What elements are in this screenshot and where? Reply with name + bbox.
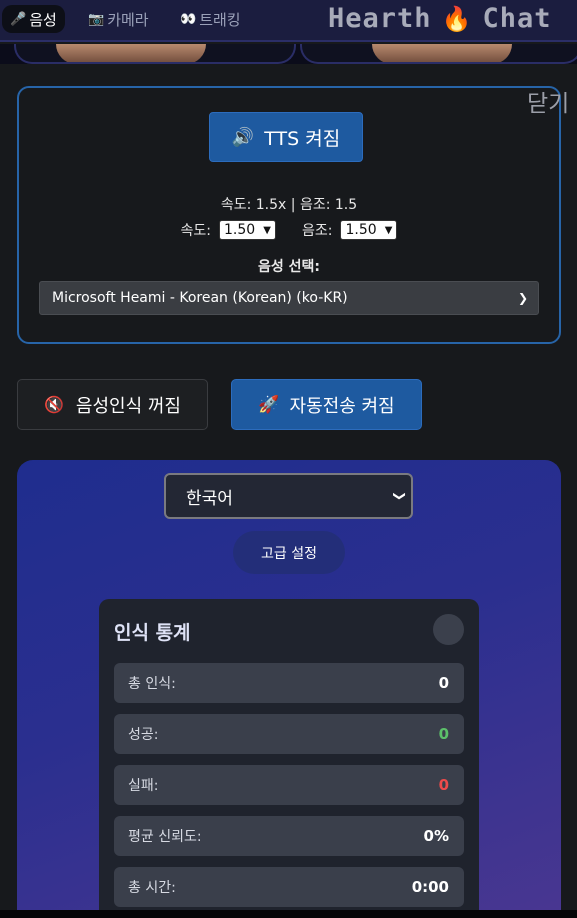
rate-select[interactable]: 1.50 ▼	[219, 220, 276, 240]
brand-right: Chat	[482, 3, 552, 34]
pitch-select[interactable]: 1.50 ▼	[340, 220, 398, 240]
app-logo: Hearth 🔥 Chat	[328, 3, 551, 34]
voice-select-label: 음성 선택:	[258, 259, 320, 275]
stat-value: 0:00	[411, 878, 449, 896]
speaker-icon: 🔊	[231, 126, 255, 148]
tts-rate-row: 속도: 1.50 ▼ 음조: 1.50 ▼	[19, 220, 559, 240]
avatar-hair-right	[372, 44, 512, 62]
speech-recognition-toggle[interactable]: 🔇 음성인식 꺼짐	[17, 379, 208, 430]
stat-label: 총 시간:	[128, 880, 176, 896]
speech-recognition-label: 음성인식 꺼짐	[75, 395, 181, 417]
top-nav: 🎤 음성 📷 카메라 👀 트래킹 Hearth 🔥 Chat	[0, 0, 577, 42]
stat-failure: 실패: 0	[114, 765, 464, 805]
rate-value: 1.50	[224, 222, 256, 238]
advanced-settings-button[interactable]: 고급 설정	[233, 531, 345, 574]
language-value: 한국어	[186, 488, 233, 509]
stat-label: 평균 신뢰도:	[128, 829, 202, 845]
flame-icon: 🔥	[441, 4, 473, 33]
stat-label: 총 인식:	[128, 676, 176, 692]
voice-value: Microsoft Heami - Korean (Korean) (ko-KR…	[52, 290, 348, 306]
tab-tracking-label: 트래킹	[199, 10, 241, 29]
stat-value: 0%	[423, 827, 449, 845]
chevron-down-icon: ▼	[384, 224, 393, 236]
stat-value: 0	[438, 725, 449, 743]
rocket-icon: 🚀	[258, 394, 280, 415]
close-button[interactable]: 닫기	[527, 84, 569, 118]
avatar-hair-left	[56, 44, 206, 62]
voice-select[interactable]: Microsoft Heami - Korean (Korean) (ko-KR…	[39, 281, 539, 315]
tab-camera[interactable]: 📷 카메라	[80, 5, 157, 33]
chevron-down-icon: ❯	[517, 291, 528, 305]
bottom-edge	[0, 910, 577, 918]
recognition-stats-card: 인식 통계 총 인식: 0 성공: 0 실패: 0 평균 신뢰도: 0% 총 시…	[99, 599, 479, 918]
stat-confidence: 평균 신뢰도: 0%	[114, 816, 464, 856]
stat-success: 성공: 0	[114, 714, 464, 754]
auto-send-toggle[interactable]: 🚀 자동전송 켜짐	[231, 379, 422, 430]
avatar-strip	[0, 44, 577, 64]
rate-label: 속도:	[180, 223, 211, 239]
avatar-preview-right[interactable]	[300, 44, 577, 64]
tts-toggle-button[interactable]: 🔊 TTS 켜짐	[209, 112, 363, 162]
auto-send-label: 자동전송 켜짐	[289, 395, 395, 417]
tab-camera-label: 카메라	[107, 10, 149, 29]
stat-label: 실패:	[128, 778, 159, 794]
stats-title: 인식 통계	[114, 622, 191, 644]
microphone-icon: 🎤	[10, 11, 27, 27]
avatar-preview-left[interactable]	[14, 44, 296, 64]
pitch-value: 1.50	[345, 222, 377, 238]
stat-value: 0	[438, 776, 449, 794]
stat-time: 총 시간: 0:00	[114, 867, 464, 907]
tts-toggle-label: TTS 켜짐	[264, 127, 341, 150]
chevron-down-icon: ▼	[263, 224, 271, 236]
recognition-panel: 한국어 ❯ 고급 설정 인식 통계 총 인식: 0 성공: 0 실패: 0 평균…	[17, 460, 561, 918]
mute-icon: 🔇	[43, 395, 64, 414]
stat-total: 총 인식: 0	[114, 663, 464, 703]
tab-voice[interactable]: 🎤 음성	[2, 5, 65, 33]
tts-rate-summary: 속도: 1.5x | 음조: 1.5	[220, 197, 358, 213]
tracking-icon: 👀	[180, 11, 197, 27]
tab-tracking[interactable]: 👀 트래킹	[172, 5, 249, 33]
brand-left: Hearth	[328, 3, 432, 34]
camera-icon: 📷	[88, 11, 105, 27]
tab-voice-label: 음성	[29, 10, 57, 29]
stat-label: 성공:	[128, 727, 159, 743]
pitch-label: 음조:	[302, 223, 333, 239]
stat-value: 0	[438, 674, 449, 692]
chevron-down-icon: ❯	[392, 490, 407, 502]
tts-settings-panel: 🔊 TTS 켜짐 속도: 1.5x | 음조: 1.5 속도: 1.50 ▼ 음…	[17, 86, 561, 344]
language-select[interactable]: 한국어 ❯	[164, 473, 413, 519]
status-indicator	[433, 614, 464, 645]
